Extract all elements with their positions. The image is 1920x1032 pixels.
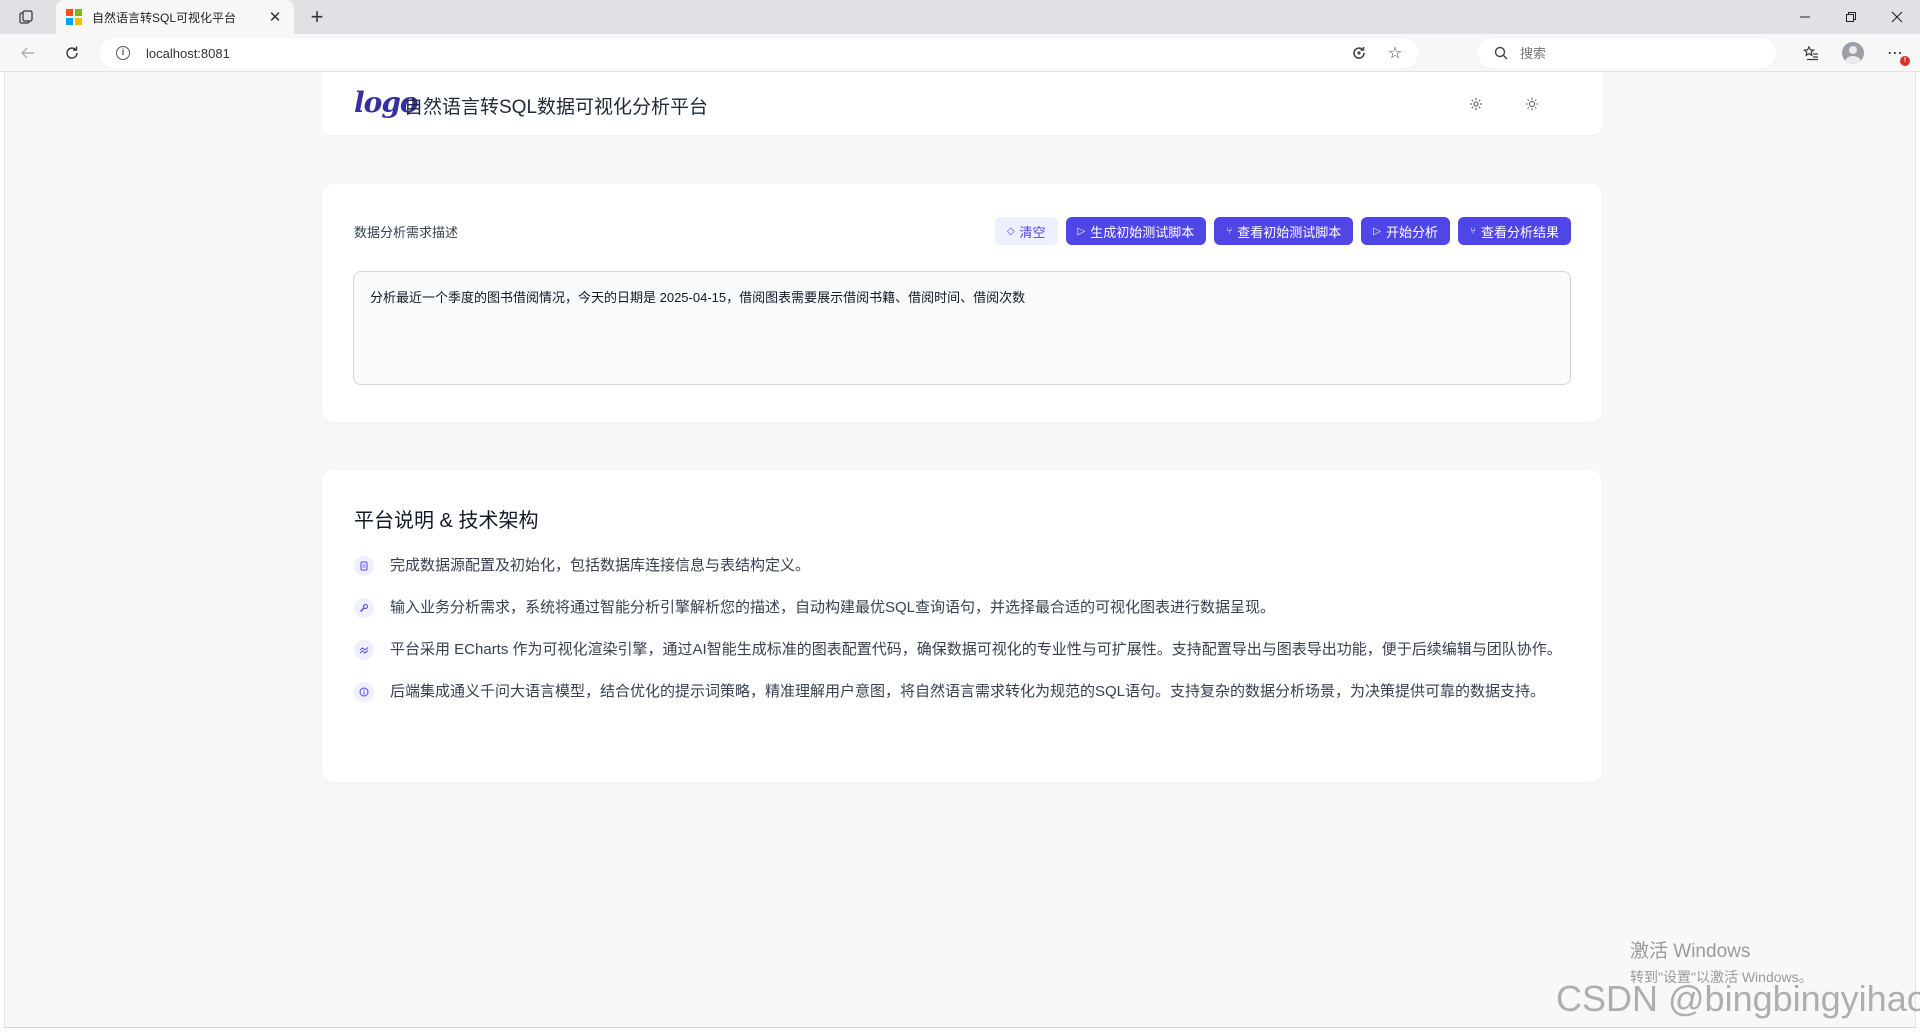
reload-icon[interactable] — [58, 40, 86, 66]
browser-toolbar: i localhost:8081 ☆ ⋯! — [0, 34, 1920, 72]
window-controls — [1782, 0, 1920, 34]
branch-icon: ⑂ — [1226, 225, 1233, 237]
info-item-text: 后端集成通义千问大语言模型，结合优化的提示词策略，精准理解用户意图，将自然语言需… — [390, 683, 1546, 700]
new-tab-button[interactable]: + — [304, 4, 330, 30]
requirement-label: 数据分析需求描述 — [354, 225, 459, 240]
browser-search-box[interactable] — [1478, 38, 1776, 68]
close-window-icon[interactable] — [1874, 0, 1920, 34]
list-item: 平台采用 ECharts 作为可视化渲染引擎，通过AI智能生成标准的图表配置代码… — [354, 638, 1572, 662]
info-item-text: 平台采用 ECharts 作为可视化渲染引擎，通过AI智能生成标准的图表配置代码… — [390, 641, 1562, 658]
browser-tab-strip: 自然语言转SQL可视化平台 ✕ + — [0, 0, 1920, 34]
search-icon — [1494, 46, 1508, 60]
notification-badge: ! — [1900, 56, 1910, 66]
info-icon — [354, 682, 374, 702]
chart-line-icon — [354, 640, 374, 660]
minimize-icon[interactable] — [1782, 0, 1828, 34]
info-title: 平台说明 & 技术架构 — [354, 510, 539, 532]
wrench-icon — [354, 598, 374, 618]
play-icon: ▷ — [1373, 225, 1381, 237]
play-icon: ▷ — [1077, 225, 1086, 237]
csdn-watermark: CSDN @bingbingyihao — [1556, 978, 1920, 1019]
info-item-text: 输入业务分析需求，系统将通过智能分析引擎解析您的描述，自动构建最优SQL查询语句… — [390, 599, 1276, 616]
browser-tab-active[interactable]: 自然语言转SQL可视化平台 ✕ — [56, 0, 294, 34]
theme-sun-icon[interactable] — [1522, 94, 1542, 114]
start-analysis-button[interactable]: ▷ 开始分析 — [1361, 217, 1450, 245]
clear-button[interactable]: ◇ 清空 — [994, 217, 1058, 245]
favorites-collection-icon[interactable] — [1798, 40, 1824, 66]
address-bar[interactable]: i localhost:8081 ☆ — [100, 38, 1418, 68]
requirement-card: 数据分析需求描述 ◇ 清空 ▷ 生成初始测试脚本 ⑂ 查看初始测试脚本 ▷ 开始分析 ⑂… — [322, 184, 1602, 422]
favorite-star-icon[interactable]: ☆ — [1384, 42, 1406, 64]
view-script-button[interactable]: ⑂ 查看初始测试脚本 — [1214, 217, 1354, 245]
favicon-icon — [66, 9, 82, 25]
translate-icon[interactable] — [1348, 42, 1370, 64]
app-header: logo 自然语言转SQL数据可视化分析平台 — [322, 72, 1602, 136]
eraser-icon: ◇ — [1006, 225, 1015, 237]
back-icon[interactable] — [14, 40, 42, 66]
profile-avatar[interactable] — [1840, 40, 1866, 66]
site-info-icon[interactable]: i — [116, 46, 130, 60]
page-title: 自然语言转SQL数据可视化分析平台 — [404, 97, 709, 118]
more-menu-icon[interactable]: ⋯! — [1882, 40, 1910, 66]
info-list: 完成数据源配置及初始化，包括数据库连接信息与表结构定义。 输入业务分析需求，系统… — [354, 554, 1572, 722]
action-buttons: ◇ 清空 ▷ 生成初始测试脚本 ⑂ 查看初始测试脚本 ▷ 开始分析 ⑂ 查看分析结果 — [994, 217, 1571, 245]
search-input[interactable] — [1520, 45, 1750, 61]
list-item: 输入业务分析需求，系统将通过智能分析引擎解析您的描述，自动构建最优SQL查询语句… — [354, 596, 1572, 620]
tab-title: 自然语言转SQL可视化平台 — [92, 10, 237, 25]
requirement-textarea[interactable]: 分析最近一个季度的图书借阅情况，今天的日期是 2025-04-15，借阅图表需要… — [353, 271, 1571, 385]
view-result-button[interactable]: ⑂ 查看分析结果 — [1457, 217, 1571, 245]
restore-icon[interactable] — [1828, 0, 1874, 34]
page-viewport: logo 自然语言转SQL数据可视化分析平台 数据分析需求描述 ◇ 清空 ▷ 生成初… — [4, 72, 1916, 1028]
generate-script-button[interactable]: ▷ 生成初始测试脚本 — [1065, 217, 1207, 245]
url-text[interactable]: localhost:8081 — [146, 46, 230, 61]
platform-info-card: 平台说明 & 技术架构 完成数据源配置及初始化，包括数据库连接信息与表结构定义。… — [322, 470, 1602, 782]
info-item-text: 完成数据源配置及初始化，包括数据库连接信息与表结构定义。 — [390, 557, 811, 574]
settings-gear-icon[interactable] — [1466, 94, 1486, 114]
list-item: 完成数据源配置及初始化，包括数据库连接信息与表结构定义。 — [354, 554, 1572, 578]
tab-actions-icon[interactable] — [12, 5, 40, 29]
database-icon — [354, 556, 374, 576]
list-item: 后端集成通义千问大语言模型，结合优化的提示词策略，精准理解用户意图，将自然语言需… — [354, 680, 1572, 704]
branch-icon: ⑂ — [1469, 225, 1476, 237]
tab-close-icon[interactable]: ✕ — [266, 8, 284, 26]
